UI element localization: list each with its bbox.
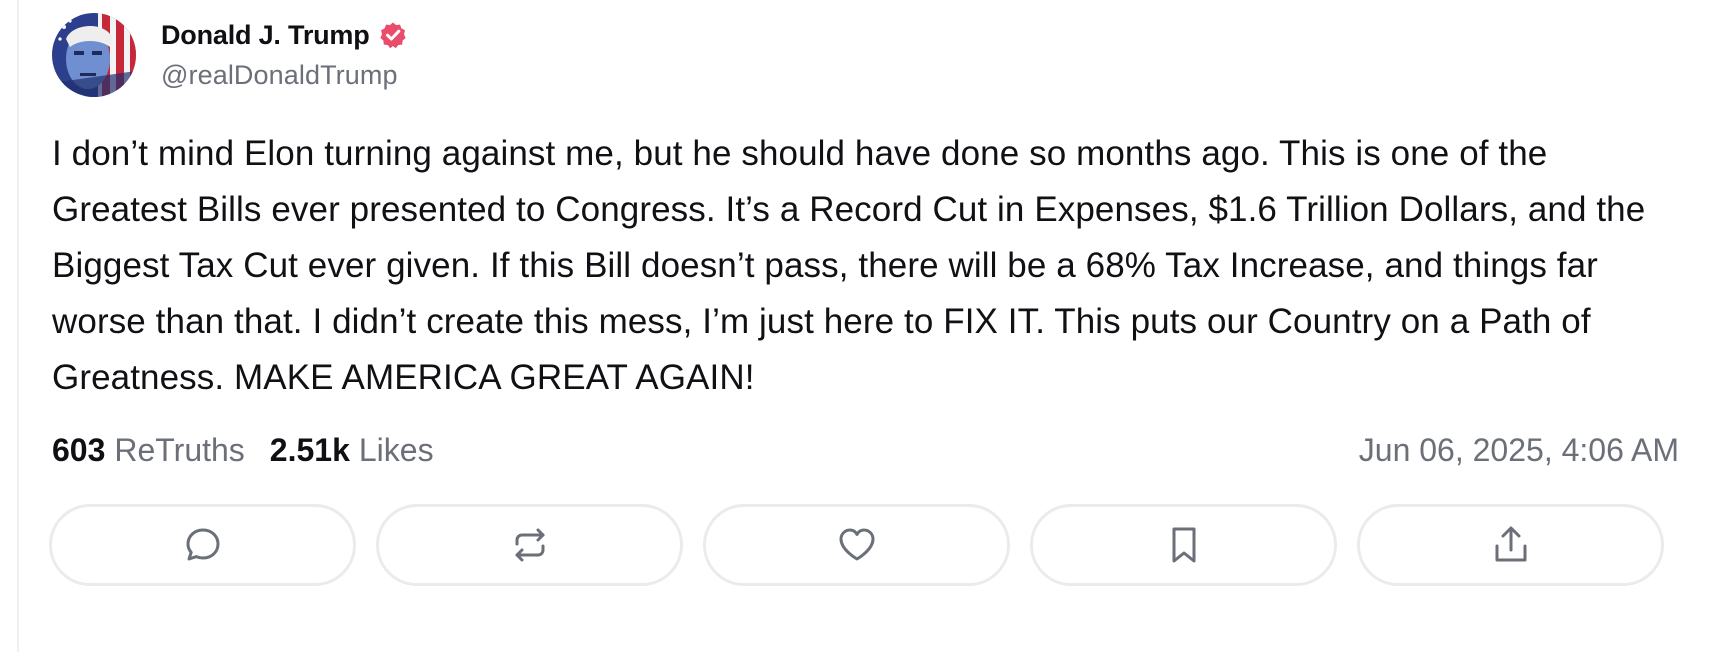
avatar[interactable] — [52, 13, 136, 97]
engagement-counts: 603 ReTruths 2.51k Likes — [52, 432, 434, 469]
author-handle[interactable]: @realDonaldTrump — [161, 60, 407, 91]
post-stats: 603 ReTruths 2.51k Likes Jun 06, 2025, 4… — [52, 430, 1679, 470]
feed-left-border — [17, 0, 19, 652]
bookmark-icon — [1167, 525, 1201, 565]
author-name[interactable]: Donald J. Trump — [161, 20, 370, 51]
author-info: Donald J. Trump @realDonaldTrump — [161, 16, 407, 91]
share-button[interactable] — [1357, 504, 1664, 586]
likes-label[interactable]: Likes — [359, 432, 434, 469]
repost-icon — [511, 526, 549, 564]
author-name-row: Donald J. Trump — [161, 16, 407, 54]
bookmark-button[interactable] — [1030, 504, 1337, 586]
post-card: Donald J. Trump @realDonaldTrump I don’t… — [49, 12, 1682, 586]
post-timestamp: Jun 06, 2025, 4:06 AM — [1358, 431, 1679, 468]
like-button[interactable] — [703, 504, 1010, 586]
reply-button[interactable] — [49, 504, 356, 586]
heart-icon — [837, 526, 877, 564]
likes-count[interactable]: 2.51k — [270, 432, 350, 469]
retruths-count[interactable]: 603 — [52, 432, 105, 469]
share-icon — [1492, 525, 1530, 565]
post-header: Donald J. Trump @realDonaldTrump — [52, 12, 1682, 102]
post-text: I don’t mind Elon turning against me, bu… — [52, 134, 1646, 397]
post-actions — [49, 504, 1682, 586]
comment-icon — [184, 526, 222, 564]
verified-badge-icon — [379, 21, 407, 49]
retruth-button[interactable] — [376, 504, 683, 586]
retruths-label[interactable]: ReTruths — [114, 432, 244, 469]
